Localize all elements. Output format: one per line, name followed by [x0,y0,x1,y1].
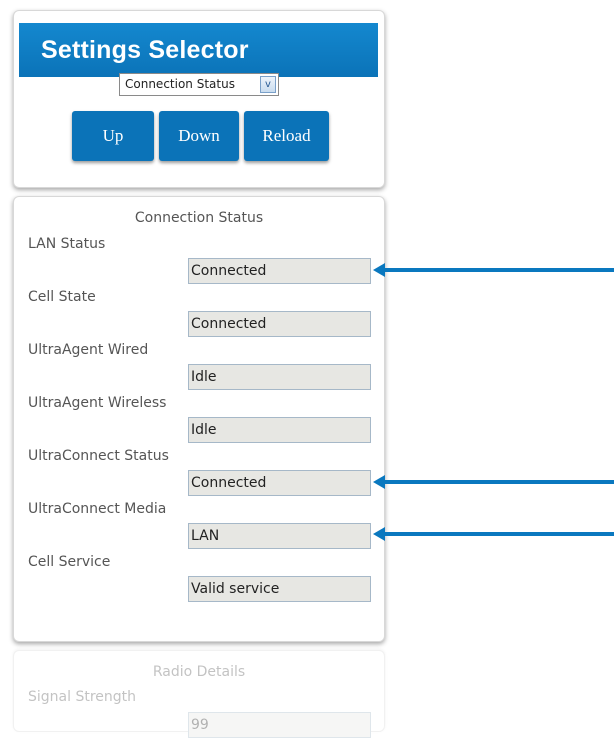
settings-dropdown-value: Connection Status [125,77,235,91]
connection-status-title: Connection Status [134,210,264,226]
ultraagent-wired-label: UltraAgent Wired [28,342,149,358]
cell-state-label: Cell State [28,289,96,305]
radio-details-title: Radio Details [152,664,246,680]
arrow-left-icon [373,263,385,277]
ultraagent-wired-value: Idle [188,364,371,390]
up-button[interactable]: Up [72,111,154,161]
lan-status-label: LAN Status [28,236,106,252]
arrow-left-icon [373,475,385,489]
radio-details-panel: Radio Details Signal Strength 99 [13,650,385,738]
ultraagent-wireless-label: UltraAgent Wireless [28,395,167,411]
signal-strength-value: 99 [188,712,371,738]
ultraconnect-status-value: Connected [188,470,371,496]
cell-service-value: Valid service [188,576,371,602]
down-button[interactable]: Down [159,111,239,161]
ultraagent-wireless-value: Idle [188,417,371,443]
ultraconnect-media-label: UltraConnect Media [28,501,167,517]
settings-dropdown[interactable]: Connection Status v [119,73,279,96]
connection-status-panel: Connection Status LAN Status Connected C… [13,196,385,642]
arrow-left-icon [373,527,385,541]
signal-strength-label: Signal Strength [28,689,137,705]
reload-button[interactable]: Reload [244,111,329,161]
lan-status-value: Connected [188,258,371,284]
ultraconnect-status-label: UltraConnect Status [28,448,169,464]
chevron-down-icon[interactable]: v [260,76,276,93]
settings-selector-title: Settings Selector [19,23,378,77]
cell-state-value: Connected [188,311,371,337]
ultraconnect-media-value: LAN [188,523,371,549]
settings-selector-panel: Settings Selector Connection Status v Up… [13,10,385,188]
cell-service-label: Cell Service [28,554,111,570]
